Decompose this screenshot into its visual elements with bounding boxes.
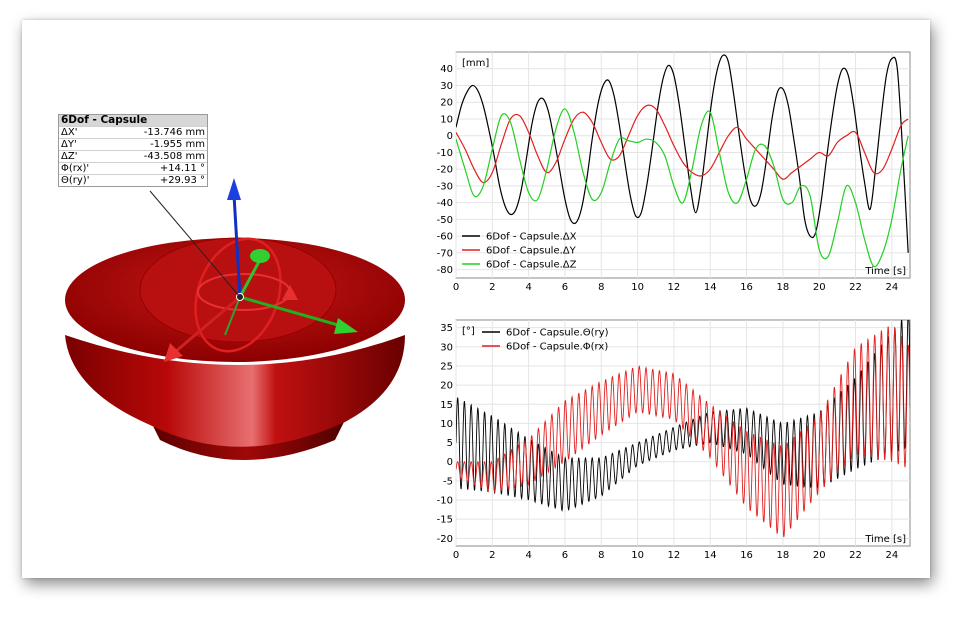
- x-tick-label: 6: [562, 550, 568, 561]
- y-tick-label: -10: [437, 148, 453, 159]
- info-value: -13.746 mm: [143, 127, 205, 138]
- y-tick-label: -70: [437, 248, 453, 259]
- info-value: +29.93 °: [159, 175, 205, 186]
- y-tick-label: -80: [437, 265, 453, 276]
- info-row-theta: Θ(ry)' +29.93 °: [59, 174, 207, 186]
- info-row-dy: ΔY' -1.955 mm: [59, 138, 207, 150]
- info-panel: 6Dof - Capsule ΔX' -13.746 mm ΔY' -1.955 m…: [58, 114, 208, 187]
- x-tick-label: 20: [813, 550, 826, 561]
- y-tick-label: -10: [437, 496, 453, 507]
- info-label: Φ(rx)': [61, 163, 90, 174]
- x-tick-label: 20: [813, 282, 826, 293]
- x-tick-label: 18: [777, 282, 790, 293]
- x-tick-label: 8: [598, 550, 604, 561]
- info-panel-title: 6Dof - Capsule: [59, 115, 207, 126]
- legend-entry: 6Dof - Capsule.Φ(rx): [506, 342, 608, 353]
- y-tick-label: 20: [440, 381, 453, 392]
- rotation-handle-icon[interactable]: [250, 249, 270, 263]
- y-tick-label: 30: [440, 81, 453, 92]
- x-tick-label: 4: [525, 550, 531, 561]
- x-tick-label: 0: [453, 550, 459, 561]
- legend-entry: 6Dof - Capsule.Θ(ry): [506, 328, 609, 339]
- x-tick-label: 24: [885, 550, 898, 561]
- displacement-chart[interactable]: 0 2 4 6 8 10 12 14 16 18 20 22 24403020100-10-20-30-…: [426, 48, 918, 298]
- x-tick-label: 8: [598, 282, 604, 293]
- y-tick-label: 0: [447, 457, 453, 468]
- y-tick-label: 0: [447, 131, 453, 142]
- x-tick-label: 0: [453, 282, 459, 293]
- x-tick-label: 22: [849, 282, 862, 293]
- legend-entry: 6Dof - Capsule.ΔZ: [486, 260, 577, 271]
- y-tick-label: 10: [440, 114, 453, 125]
- y-tick-label: -5: [443, 476, 453, 487]
- rotation-chart[interactable]: 0 2 4 6 8 10 12 14 16 18 20 22 2435302520151050-5-10…: [426, 316, 918, 566]
- x-tick-label: 14: [704, 282, 717, 293]
- y-tick-label: -20: [437, 534, 453, 545]
- z-axis-arrow-icon: [227, 178, 241, 200]
- y-tick-label: 35: [440, 323, 453, 334]
- y-tick-label: -50: [437, 215, 453, 226]
- y-tick-label: -20: [437, 165, 453, 176]
- x-tick-label: 6: [562, 282, 568, 293]
- y-tick-label: 30: [440, 342, 453, 353]
- x-tick-label: 10: [631, 282, 644, 293]
- y-tick-label: -30: [437, 181, 453, 192]
- info-label: ΔY': [61, 139, 77, 150]
- info-value: +14.11 °: [159, 163, 205, 174]
- y-tick-label: 20: [440, 98, 453, 109]
- x-tick-label: 2: [489, 282, 495, 293]
- y-tick-label: -15: [437, 515, 453, 526]
- x-tick-label: 4: [525, 282, 531, 293]
- y-tick-label: 40: [440, 64, 453, 75]
- info-value: -1.955 mm: [150, 139, 205, 150]
- info-label: Θ(ry)': [61, 175, 90, 186]
- info-row-dx: ΔX' -13.746 mm: [59, 126, 207, 138]
- y-tick-label: 10: [440, 419, 453, 430]
- legend-entry: 6Dof - Capsule.ΔY: [486, 246, 577, 257]
- x-axis-label: Time [s]: [864, 266, 906, 277]
- info-row-phi: Φ(rx)' +14.11 °: [59, 162, 207, 174]
- y-tick-label: 25: [440, 361, 453, 372]
- x-tick-label: 2: [489, 550, 495, 561]
- info-value: -43.508 mm: [143, 151, 205, 162]
- x-tick-label: 24: [885, 282, 898, 293]
- y-tick-label: 5: [447, 438, 453, 449]
- x-tick-label: 18: [777, 550, 790, 561]
- unit-label: [mm]: [462, 58, 489, 69]
- y-tick-label: -60: [437, 232, 453, 243]
- x-tick-label: 12: [668, 550, 681, 561]
- y-tick-label: -40: [437, 198, 453, 209]
- plot-area: [455, 319, 911, 547]
- x-tick-label: 16: [740, 550, 753, 561]
- info-label: ΔX': [61, 127, 78, 138]
- x-tick-label: 12: [668, 282, 681, 293]
- info-label: ΔZ': [61, 151, 78, 162]
- info-row-dz: ΔZ' -43.508 mm: [59, 150, 207, 162]
- legend-entry: 6Dof - Capsule.ΔX: [486, 232, 577, 243]
- x-tick-label: 16: [740, 282, 753, 293]
- unit-label: [°]: [462, 326, 475, 337]
- x-axis-label: Time [s]: [864, 534, 906, 545]
- y-tick-label: 15: [440, 400, 453, 411]
- x-tick-label: 10: [631, 550, 644, 561]
- x-tick-label: 22: [849, 550, 862, 561]
- x-tick-label: 14: [704, 550, 717, 561]
